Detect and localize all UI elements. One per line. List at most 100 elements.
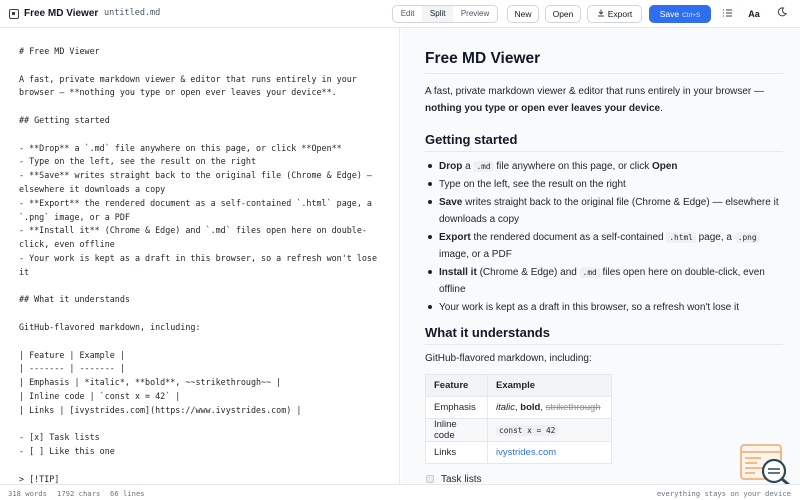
toolbar: Free MD Viewer untitled.md Edit Split Pr…	[0, 0, 800, 28]
preview-title: Free MD Viewer	[425, 50, 541, 67]
getting-started-list: Drop a .md file anywhere on this page, o…	[425, 158, 785, 317]
bold-example: bold	[520, 402, 541, 413]
bullet-text: the rendered document as a self-containe…	[470, 232, 667, 243]
inline-code: .md	[473, 161, 494, 172]
table-cell: Emphasis	[425, 396, 488, 419]
editor-line[interactable]: - [ ] Like this one	[19, 445, 389, 459]
file-name[interactable]: untitled.md	[104, 8, 160, 18]
editor-line[interactable]: A fast, private markdown viewer & editor…	[19, 73, 389, 87]
bullet-bold: Open	[651, 161, 678, 172]
download-icon	[597, 7, 605, 23]
view-mode-switcher: Edit Split Preview	[392, 5, 498, 23]
editor-line[interactable]: ## Getting started	[19, 114, 389, 128]
mode-preview-button[interactable]: Preview	[453, 6, 497, 22]
editor-line[interactable]: browser — **nothing you type or open eve…	[19, 86, 389, 100]
status-bar: 318 words 1792 chars 66 lines everything…	[0, 484, 800, 500]
editor-line[interactable]: elsewhere it downloads a copy	[19, 183, 389, 197]
editor-line[interactable]: GitHub-flavored markdown, including:	[19, 321, 389, 335]
editor-line[interactable]	[19, 128, 389, 142]
inline-code: const x = 42	[496, 424, 559, 436]
intro-paragraph: A fast, private markdown viewer & editor…	[425, 83, 785, 117]
table-header-row: Feature Example	[425, 374, 612, 397]
table-cell: Inline code	[425, 418, 488, 442]
new-button[interactable]: New	[507, 5, 539, 23]
editor-line[interactable]: | Links | [ivystrides.com](https://www.i…	[19, 404, 389, 418]
editor-line[interactable]: - Type on the left, see the result on th…	[19, 155, 389, 169]
editor-line[interactable]	[19, 59, 389, 73]
task-checkbox[interactable]	[426, 475, 434, 483]
table-header: Example	[487, 374, 612, 397]
editor-line[interactable]	[19, 335, 389, 349]
editor-line[interactable]: - **Save** writes straight back to the o…	[19, 169, 389, 183]
table-cell: const x = 42	[487, 418, 612, 442]
search-doc-icon[interactable]	[739, 443, 791, 487]
bullet-text: image, or a PDF	[439, 249, 512, 260]
editor-line[interactable]	[19, 418, 389, 432]
list-icon[interactable]	[719, 6, 735, 22]
task-label: Task lists	[441, 474, 482, 484]
table-row: Inline code const x = 42	[425, 418, 612, 442]
table-row: Links ivystrides.com	[425, 441, 612, 464]
editor-text[interactable]: # Free MD Viewer A fast, private markdow…	[19, 45, 389, 484]
task-list-item: Task lists	[426, 474, 482, 484]
divider	[425, 73, 783, 74]
intro-bold: nothing you type or open ever leaves you…	[425, 103, 661, 114]
open-button[interactable]: Open	[545, 5, 581, 23]
editor-line[interactable]	[19, 280, 389, 294]
editor-line[interactable]: click, even offline	[19, 238, 389, 252]
list-item: Drop a .md file anywhere on this page, o…	[425, 158, 785, 175]
bullet-text: Your work is kept as a draft in this bro…	[439, 302, 740, 313]
bullet-text: (Chrome & Edge) and	[476, 267, 580, 278]
editor-line[interactable]: | ------- | ------- |	[19, 362, 389, 376]
bullet-text: file anywhere on this page, or click	[493, 161, 652, 172]
divider	[425, 344, 783, 345]
section2-intro: GitHub-flavored markdown, including:	[425, 353, 592, 364]
inline-code: .html	[666, 232, 696, 243]
editor-line[interactable]: - **Drop** a `.md` file anywhere on this…	[19, 142, 389, 156]
intro-text: A fast, private markdown viewer & editor…	[425, 86, 765, 97]
mode-edit-button[interactable]: Edit	[393, 6, 422, 22]
table-cell: ivystrides.com	[487, 441, 612, 464]
save-label: Save	[659, 9, 680, 19]
export-button[interactable]: Export	[587, 5, 642, 23]
bullet-text: writes straight back to the original fil…	[439, 197, 779, 225]
editor-line[interactable]: - **Export** the rendered document as a …	[19, 197, 389, 211]
bullet-text: Type on the left, see the result on the …	[439, 179, 626, 190]
section-heading-what-it-understands: What it understands	[425, 325, 550, 340]
editor-line[interactable]: | Feature | Example |	[19, 349, 389, 363]
link[interactable]: ivystrides.com	[496, 447, 556, 458]
editor-line[interactable]	[19, 307, 389, 321]
font-size-button[interactable]: Aa	[744, 6, 764, 22]
moon-icon[interactable]	[774, 6, 790, 22]
table-header: Feature	[425, 374, 488, 397]
list-item: Your work is kept as a draft in this bro…	[425, 299, 785, 316]
app-title: Free MD Viewer	[24, 8, 99, 19]
editor-line[interactable]: it	[19, 266, 389, 280]
table-row: Emphasis italic, bold, strikethrough	[425, 396, 612, 419]
editor-line[interactable]: | Inline code | `const x = 42` |	[19, 390, 389, 404]
bullet-text: page, a	[695, 232, 735, 243]
editor-line[interactable]: - **Install it** (Chrome & Edge) and `.m…	[19, 224, 389, 238]
editor-line[interactable]: > [!TIP]	[19, 473, 389, 484]
editor-line[interactable]	[19, 100, 389, 114]
editor-line[interactable]: # Free MD Viewer	[19, 45, 389, 59]
bullet-bold: Save	[439, 197, 463, 208]
editor-line[interactable]	[19, 459, 389, 473]
table-cell: italic, bold, strikethrough	[487, 396, 612, 419]
editor-line[interactable]: - [x] Task lists	[19, 431, 389, 445]
save-shortcut: Ctrl+S	[682, 12, 701, 19]
char-count: 1792 chars	[57, 489, 101, 498]
markdown-editor[interactable]: # Free MD Viewer A fast, private markdow…	[0, 28, 400, 484]
inline-code: .md	[579, 267, 600, 278]
editor-line[interactable]: - Your work is kept as a draft in this b…	[19, 252, 389, 266]
list-item: Install it (Chrome & Edge) and .md files…	[425, 264, 785, 298]
save-button[interactable]: Save Ctrl+S	[649, 5, 711, 23]
logo-icon	[9, 9, 19, 19]
editor-line[interactable]: `.png` image, or a PDF	[19, 211, 389, 225]
mode-split-button[interactable]: Split	[422, 6, 454, 22]
editor-line[interactable]: ## What it understands	[19, 293, 389, 307]
bullet-text: a	[462, 161, 474, 172]
preview-pane: Free MD Viewer A fast, private markdown …	[401, 28, 800, 484]
list-item: Export the rendered document as a self-c…	[425, 229, 785, 263]
editor-line[interactable]: | Emphasis | *italic*, **bold**, ~~strik…	[19, 376, 389, 390]
